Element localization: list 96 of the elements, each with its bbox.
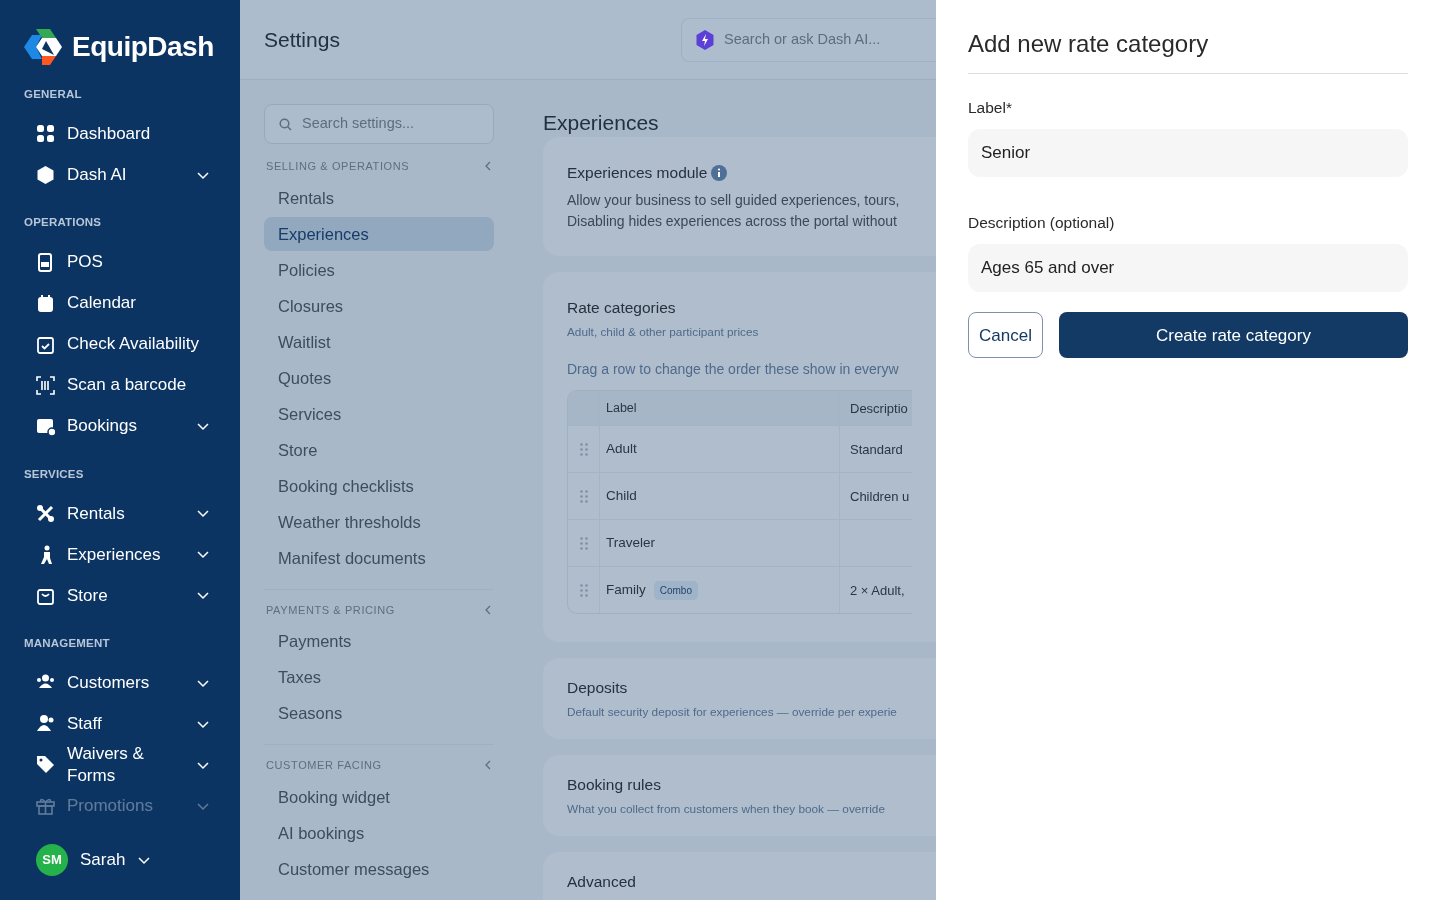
sidebar-item[interactable]: Customers	[24, 662, 216, 703]
sidebar-item[interactable]: Staff	[24, 703, 216, 744]
card-subtitle: What you collect from customers when they book — override	[567, 800, 886, 818]
settings-nav-item[interactable]: Weather thresholds	[264, 504, 494, 539]
sidebar-item[interactable]: Dashboard	[24, 113, 216, 155]
column-header: Label	[606, 400, 637, 417]
table-cell-text: Standard	[850, 440, 903, 459]
search-placeholder: Search settings...	[302, 114, 415, 134]
input-field[interactable]: Ages 65 and over	[968, 244, 1408, 293]
card-title: Rate categories	[567, 298, 676, 319]
input-field[interactable]: Senior	[968, 129, 1408, 178]
drag-handle-icon[interactable]	[579, 442, 588, 456]
sidebar-item[interactable]: Waivers & Forms	[24, 744, 216, 785]
sidebar-item[interactable]: Experiences	[24, 533, 216, 575]
chevron-left-icon[interactable]	[484, 161, 492, 172]
settings-nav-item[interactable]: Rentals	[264, 180, 494, 215]
settings-nav-item[interactable]: Taxes	[264, 660, 494, 694]
barcode-icon	[36, 375, 55, 395]
drawer-title: Add new rate category	[968, 30, 1408, 74]
settings-nav-item[interactable]: Customer messages	[264, 851, 494, 886]
card-title: Deposits	[567, 678, 628, 699]
combo-badge: Combo	[653, 580, 698, 600]
field-label: Description (optional)	[968, 213, 1116, 234]
settings-nav-item[interactable]: Payments	[264, 624, 494, 658]
person-icon	[36, 714, 55, 733]
section-title: Experiences	[543, 110, 660, 136]
sidebar-item[interactable]: Scan a barcode	[24, 364, 216, 406]
group-heading: CUSTOMER FACING	[266, 758, 382, 773]
calendar-check-icon	[36, 334, 55, 354]
calendar-icon	[36, 293, 55, 313]
card-title: Booking rules	[567, 775, 661, 796]
sidebar-item[interactable]: POS	[24, 241, 216, 283]
sidebar-item[interactable]: Check Availability	[24, 323, 216, 365]
avatar: SM	[36, 844, 68, 876]
settings-nav-item[interactable]: Closures	[264, 288, 494, 323]
card-description: Allow your business to sell guided experiences, tours,	[567, 191, 901, 211]
settings-nav-item[interactable]: Manifest documents	[264, 540, 494, 575]
settings-nav-item[interactable]: Experiences	[264, 216, 494, 251]
chevron-left-icon[interactable]	[484, 760, 492, 771]
sidebar-item[interactable]: Bookings	[24, 405, 216, 447]
table-cell-text: Traveler	[606, 534, 655, 553]
sidebar-item[interactable]: Rentals	[24, 492, 216, 534]
section-heading: MANAGEMENT	[24, 635, 111, 651]
terminal-icon	[36, 252, 55, 272]
sidebar-item[interactable]: Store	[24, 574, 216, 616]
calendar-icon	[36, 416, 55, 436]
drag-handle-icon[interactable]	[579, 489, 588, 503]
settings-nav-item[interactable]: Store	[264, 432, 494, 467]
hint-text: Drag a row to change the order these show in everyw	[567, 360, 900, 380]
cancel-button[interactable]: Cancel	[968, 312, 1043, 359]
search-field[interactable]: Search or ask Dash AI...	[681, 17, 936, 62]
drag-handle-icon[interactable]	[579, 536, 588, 550]
table-cell-text: Child	[606, 487, 637, 506]
create-button[interactable]: Create rate category	[1058, 312, 1408, 359]
card-description: Disabling hides experiences across the portal without	[567, 212, 898, 232]
section-heading: SERVICES	[24, 466, 85, 482]
card-subtitle: Default security deposit for experiences — override per experie	[567, 703, 898, 721]
settings-nav-item[interactable]: Seasons	[264, 696, 494, 730]
search-placeholder: Search or ask Dash AI...	[724, 29, 881, 49]
tools-icon	[36, 503, 55, 523]
table-cell-text: Family	[606, 581, 646, 600]
table-cell-text: 2 × Adult,	[850, 581, 905, 600]
page-header-title: Settings	[264, 26, 341, 53]
gift-icon	[36, 796, 55, 815]
grid-icon	[36, 124, 55, 144]
settings-nav-item[interactable]: Booking widget	[264, 779, 494, 814]
group-heading: SELLING & OPERATIONS	[266, 159, 410, 174]
sidebar-item[interactable]: Promotions	[24, 785, 216, 826]
drag-handle-icon[interactable]	[579, 583, 588, 597]
settings-nav-item[interactable]: Booking checklists	[264, 468, 494, 503]
settings-nav-item[interactable]: AI bookings	[264, 815, 494, 850]
section-heading: OPERATIONS	[24, 215, 103, 231]
settings-nav-item[interactable]: Waitlist	[264, 324, 494, 359]
group-heading: PAYMENTS & PRICING	[266, 602, 395, 618]
column-header: Descriptio	[850, 399, 908, 418]
section-heading: GENERAL	[24, 87, 83, 102]
sidebar-item[interactable]: Dash AI	[24, 154, 216, 196]
hexagon-icon	[36, 165, 55, 185]
table-cell-text: Children u	[850, 487, 910, 506]
card-subtitle: Adult, child & other participant prices	[567, 323, 760, 341]
card-title: Experiences module	[567, 163, 708, 184]
table-cell-text: Adult	[606, 440, 637, 459]
search-icon	[279, 117, 292, 131]
brand-name: EquipDash	[72, 30, 214, 64]
settings-nav-item[interactable]: Quotes	[264, 360, 494, 395]
sidebar-item[interactable]: Calendar	[24, 282, 216, 324]
settings-nav-item[interactable]: Policies	[264, 252, 494, 287]
search-field[interactable]: Search settings...	[264, 104, 494, 144]
chevron-left-icon[interactable]	[484, 604, 492, 615]
logo-icon	[24, 29, 62, 65]
info-icon[interactable]	[711, 164, 728, 181]
card-title: Advanced	[567, 872, 636, 893]
tag-icon	[36, 755, 55, 774]
lightning-icon	[696, 29, 714, 50]
settings-nav-item[interactable]: Services	[264, 396, 494, 431]
field-label: Label*	[968, 97, 1013, 118]
